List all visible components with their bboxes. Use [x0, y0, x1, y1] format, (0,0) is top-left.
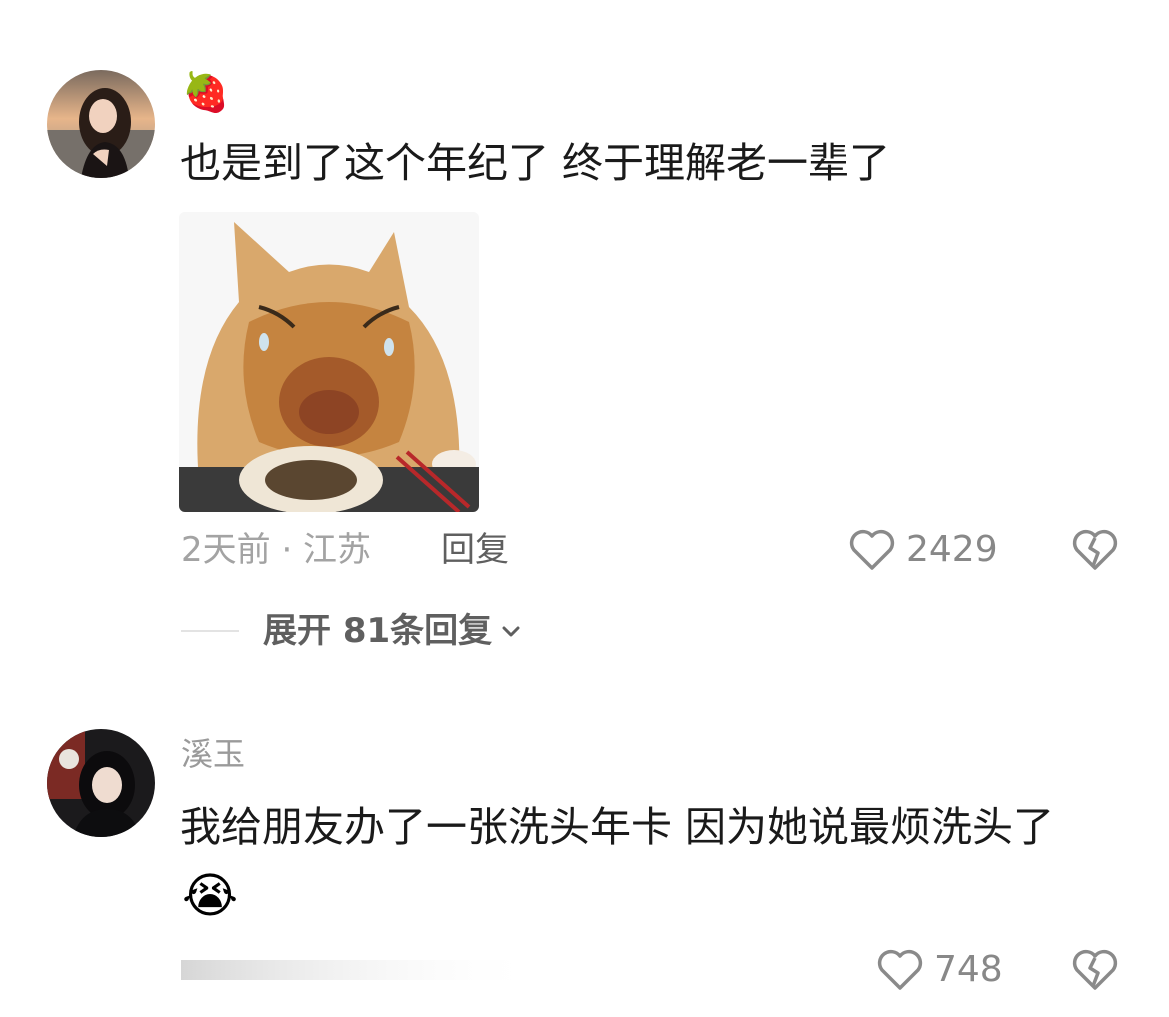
avatar[interactable] [47, 70, 155, 178]
reply-button[interactable]: 回复 [441, 530, 509, 570]
heart-outline-icon [849, 529, 895, 570]
broken-heart-icon [1072, 949, 1118, 990]
comment-meta: 2天前 · 江苏 [181, 530, 372, 570]
chevron-down-icon [502, 626, 520, 637]
avatar[interactable] [47, 729, 155, 837]
dislike-button[interactable] [1071, 946, 1119, 994]
comments-view: 🍓 也是到了这个年纪了 终于理解老一辈了 2天前 · 江苏 回复 2429 展开… [0, 0, 1169, 1017]
dislike-button[interactable] [1071, 526, 1119, 574]
like-count: 748 [934, 949, 1003, 990]
broken-heart-icon [1072, 529, 1118, 570]
username[interactable]: 溪玉 [181, 734, 245, 774]
like-button[interactable]: 748 [876, 946, 1003, 994]
comment-image[interactable] [179, 212, 479, 512]
crying-emoji: 😭 [182, 868, 239, 924]
user-badge-emoji: 🍓 [182, 70, 230, 114]
crying-cat-sticker-icon [179, 212, 479, 512]
like-count: 2429 [906, 529, 998, 570]
expand-replies-label: 展开 81条回复 [263, 611, 493, 651]
heart-outline-icon [877, 949, 923, 990]
faded-meta-placeholder [181, 960, 541, 980]
like-button[interactable]: 2429 [848, 526, 998, 574]
divider [181, 630, 239, 632]
comment-text: 也是到了这个年纪了 终于理解老一辈了 [180, 139, 891, 187]
comment-text: 我给朋友办了一张洗头年卡 因为她说最烦洗头了 [180, 803, 1055, 851]
expand-replies-button[interactable]: 展开 81条回复 [181, 609, 522, 653]
